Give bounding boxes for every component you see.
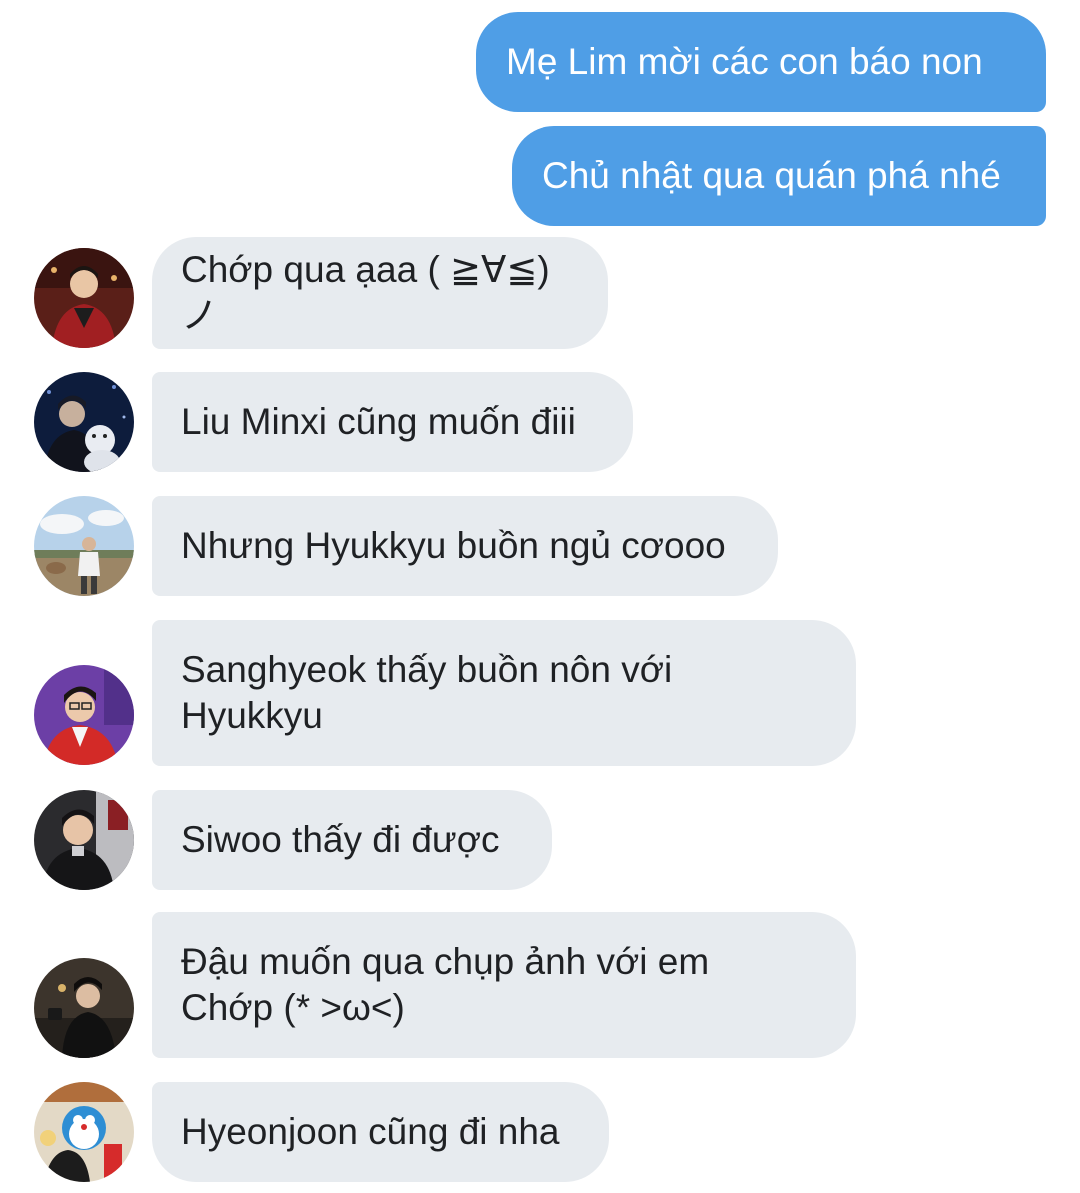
avatar-photo-icon <box>34 958 134 1058</box>
message-text: Sanghyeok thấy buồn nôn với Hyukkyu <box>181 649 683 736</box>
sender-avatar[interactable] <box>34 665 134 765</box>
message-text: Mẹ Lim mời các con báo non <box>506 41 983 82</box>
incoming-message-bubble[interactable]: Đậu muốn qua chụp ảnh với em Chớp (* >ω<… <box>152 912 856 1058</box>
message-text: Đậu muốn qua chụp ảnh với em Chớp (* >ω<… <box>181 941 720 1028</box>
avatar-photo-icon <box>34 496 134 596</box>
outgoing-message-bubble[interactable]: Chủ nhật qua quán phá nhé <box>512 126 1046 226</box>
outgoing-message-bubble[interactable]: Mẹ Lim mời các con báo non <box>476 12 1046 112</box>
incoming-message-bubble[interactable]: Chớp qua ạaa ( ≧∀≦)ノ <box>152 237 608 349</box>
sender-avatar[interactable] <box>34 958 134 1058</box>
sender-avatar[interactable] <box>34 496 134 596</box>
message-text: Nhưng Hyukkyu buồn ngủ cơooo <box>181 525 726 566</box>
message-text: Chủ nhật qua quán phá nhé <box>542 155 1001 196</box>
message-text: Chớp qua ạaa ( ≧∀≦)ノ <box>181 249 550 336</box>
message-text: Siwoo thấy đi được <box>181 819 500 860</box>
incoming-message-bubble[interactable]: Hyeonjoon cũng đi nha <box>152 1082 609 1182</box>
avatar-photo-icon <box>34 1082 134 1182</box>
avatar-photo-icon <box>34 372 134 472</box>
incoming-message-bubble[interactable]: Sanghyeok thấy buồn nôn với Hyukkyu <box>152 620 856 766</box>
incoming-message-bubble[interactable]: Nhưng Hyukkyu buồn ngủ cơooo <box>152 496 778 596</box>
message-text: Liu Minxi cũng muốn điii <box>181 401 576 442</box>
sender-avatar[interactable] <box>34 1082 134 1182</box>
avatar-photo-icon <box>34 665 134 765</box>
incoming-message-bubble[interactable]: Siwoo thấy đi được <box>152 790 552 890</box>
avatar-photo-icon <box>34 790 134 890</box>
incoming-message-bubble[interactable]: Liu Minxi cũng muốn điii <box>152 372 633 472</box>
avatar-photo-icon <box>34 248 134 348</box>
sender-avatar[interactable] <box>34 372 134 472</box>
message-text: Hyeonjoon cũng đi nha <box>181 1111 560 1152</box>
sender-avatar[interactable] <box>34 248 134 348</box>
sender-avatar[interactable] <box>34 790 134 890</box>
